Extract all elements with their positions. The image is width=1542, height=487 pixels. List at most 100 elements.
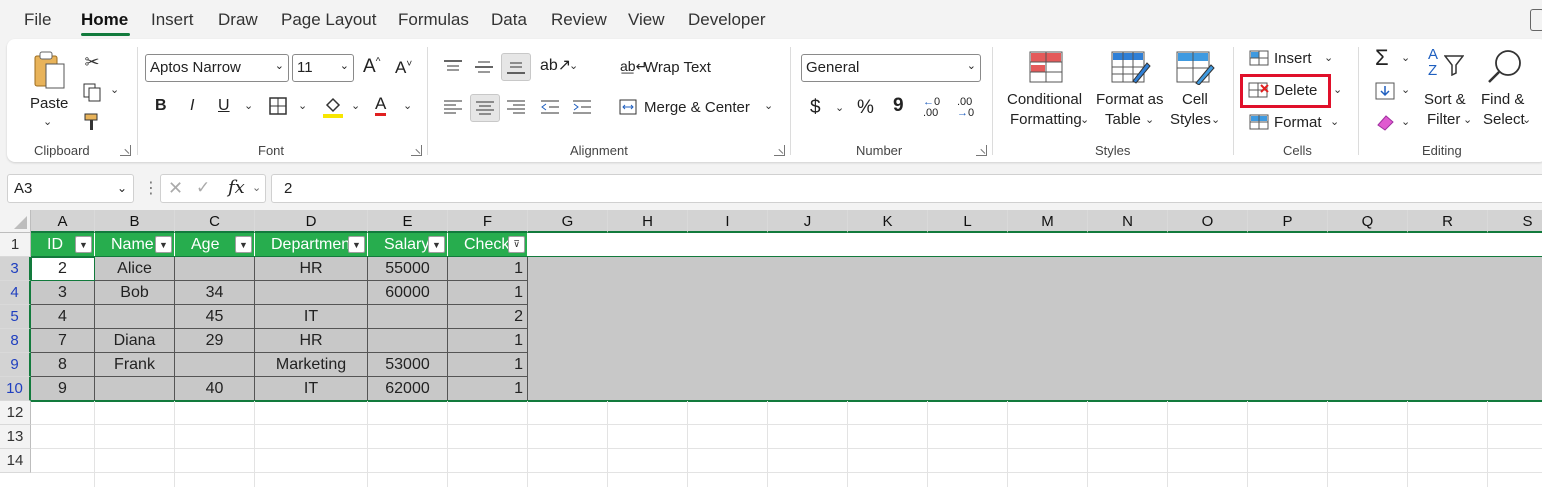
select-all-corner[interactable] — [0, 210, 31, 233]
format-painter-icon[interactable] — [81, 111, 103, 133]
table-cell[interactable]: Alice — [95, 257, 175, 281]
cancel-icon[interactable]: ✕ — [168, 178, 183, 199]
filter-dropdown-icon[interactable]: ▼ — [348, 236, 365, 253]
column-header-n[interactable]: N — [1088, 210, 1168, 233]
column-header-b[interactable]: B — [95, 210, 175, 233]
column-header-m[interactable]: M — [1008, 210, 1088, 233]
filter-dropdown-icon[interactable]: ▼ — [75, 236, 92, 253]
insert-cells-icon[interactable] — [1248, 49, 1270, 67]
sort-filter-button[interactable]: Sort & — [1424, 91, 1466, 108]
increase-indent-icon[interactable] — [572, 97, 592, 117]
comments-icon[interactable] — [1530, 9, 1542, 31]
clear-icon[interactable] — [1374, 112, 1396, 132]
tab-data[interactable]: Data — [491, 10, 527, 30]
table-cell[interactable]: 53000 — [368, 353, 448, 377]
filter-dropdown-icon[interactable]: ▼ — [155, 236, 172, 253]
align-top-icon[interactable] — [443, 57, 463, 77]
table-cell[interactable] — [175, 353, 255, 377]
wrap-text-button[interactable]: Wrap Text — [644, 59, 711, 76]
paste-dropdown-chevron-icon[interactable]: ⌄ — [43, 115, 52, 128]
tab-formulas[interactable]: Formulas — [398, 10, 469, 30]
table-cell[interactable]: 2 — [448, 305, 528, 329]
cell-styles-chevron-icon[interactable]: ⌄ — [1211, 113, 1220, 126]
row-header-9[interactable]: 9 — [0, 353, 31, 377]
format-cells-chevron-icon[interactable]: ⌄ — [1330, 115, 1339, 128]
table-cell[interactable] — [368, 305, 448, 329]
column-header-o[interactable]: O — [1168, 210, 1248, 233]
decrease-indent-icon[interactable] — [540, 97, 560, 117]
format-cells-button[interactable]: Format — [1274, 114, 1322, 131]
column-header-g[interactable]: G — [528, 210, 608, 233]
table-cell[interactable]: 1 — [448, 281, 528, 305]
fill-color-icon[interactable] — [322, 95, 344, 119]
row-header-5[interactable]: 5 — [0, 305, 31, 329]
row-header-10[interactable]: 10 — [0, 377, 31, 401]
orientation-dropdown-chevron-icon[interactable]: ⌄ — [569, 59, 578, 72]
table-cell[interactable]: 7 — [31, 329, 95, 353]
bold-button[interactable]: B — [155, 97, 167, 115]
column-header-s[interactable]: S — [1488, 210, 1542, 233]
tab-home[interactable]: Home — [81, 10, 128, 30]
column-header-j[interactable]: J — [768, 210, 848, 233]
fill-chevron-icon[interactable]: ⌄ — [1401, 83, 1410, 96]
decrease-decimal-button[interactable]: .00 →0 — [957, 97, 974, 119]
tab-page-layout[interactable]: Page Layout — [281, 10, 376, 30]
decrease-font-icon[interactable]: A˅ — [395, 58, 412, 78]
borders-dropdown-chevron-icon[interactable]: ⌄ — [298, 99, 307, 112]
column-header-k[interactable]: K — [848, 210, 928, 233]
funnel-icon[interactable] — [1443, 53, 1465, 77]
autosum-icon[interactable]: Σ — [1375, 45, 1389, 71]
align-bottom-icon[interactable] — [501, 53, 531, 81]
table-cell[interactable]: 1 — [448, 329, 528, 353]
merge-center-icon[interactable] — [618, 97, 638, 117]
filter-dropdown-icon[interactable]: ▼ — [235, 236, 252, 253]
cell-styles-icon[interactable] — [1175, 50, 1217, 86]
underline-dropdown-chevron-icon[interactable]: ⌄ — [244, 99, 253, 112]
filter-applied-icon[interactable]: ⊽ — [508, 236, 525, 253]
column-header-a[interactable]: A — [31, 210, 95, 233]
paste-icon[interactable] — [31, 49, 67, 93]
row-header-3[interactable]: 3 — [0, 257, 31, 281]
align-right-icon[interactable] — [506, 97, 526, 117]
column-header-l[interactable]: L — [928, 210, 1008, 233]
tab-file[interactable]: File — [24, 10, 51, 30]
insert-cells-button[interactable]: Insert — [1274, 50, 1312, 67]
table-cell[interactable]: 62000 — [368, 377, 448, 401]
table-cell[interactable] — [95, 377, 175, 401]
table-cell[interactable] — [368, 329, 448, 353]
table-cell[interactable]: 55000 — [368, 257, 448, 281]
tab-review[interactable]: Review — [551, 10, 607, 30]
table-cell[interactable]: 60000 — [368, 281, 448, 305]
table-cell[interactable]: 9 — [31, 377, 95, 401]
cell-styles-button[interactable]: Cell — [1182, 91, 1208, 108]
row-header-12[interactable]: 12 — [0, 401, 31, 425]
insert-function-button[interactable]: fx — [228, 177, 245, 198]
formula-bar-grip-icon[interactable]: ⋮ — [143, 178, 159, 198]
autosum-chevron-icon[interactable]: ⌄ — [1401, 51, 1410, 64]
sort-filter-chevron-icon[interactable]: ⌄ — [1463, 113, 1472, 126]
format-as-table-icon[interactable] — [1110, 50, 1152, 86]
number-format-select[interactable]: General ⌄ — [801, 54, 981, 82]
sort-filter-icon[interactable]: AZ — [1428, 47, 1438, 79]
row-header-1[interactable]: 1 — [0, 233, 31, 257]
comma-button[interactable]: 9 — [893, 95, 904, 117]
filter-dropdown-icon[interactable]: ▼ — [428, 236, 445, 253]
table-cell[interactable]: 29 — [175, 329, 255, 353]
table-cell[interactable]: 45 — [175, 305, 255, 329]
align-left-icon[interactable] — [443, 97, 463, 117]
merge-dropdown-chevron-icon[interactable]: ⌄ — [764, 99, 773, 112]
orientation-icon[interactable]: ab↗ — [540, 55, 571, 75]
column-header-r[interactable]: R — [1408, 210, 1488, 233]
font-name-select[interactable]: Aptos Narrow ⌄ — [145, 54, 289, 82]
column-header-h[interactable]: H — [608, 210, 688, 233]
font-color-dropdown-chevron-icon[interactable]: ⌄ — [403, 99, 412, 112]
name-box[interactable]: A3 ⌄ — [7, 174, 134, 203]
table-cell[interactable]: Marketing — [255, 353, 368, 377]
table-cell[interactable]: 40 — [175, 377, 255, 401]
fill-color-dropdown-chevron-icon[interactable]: ⌄ — [351, 99, 360, 112]
increase-font-icon[interactable]: A^ — [363, 56, 380, 78]
column-header-q[interactable]: Q — [1328, 210, 1408, 233]
table-cell[interactable]: 4 — [31, 305, 95, 329]
tab-view[interactable]: View — [628, 10, 665, 30]
column-header-i[interactable]: I — [688, 210, 768, 233]
